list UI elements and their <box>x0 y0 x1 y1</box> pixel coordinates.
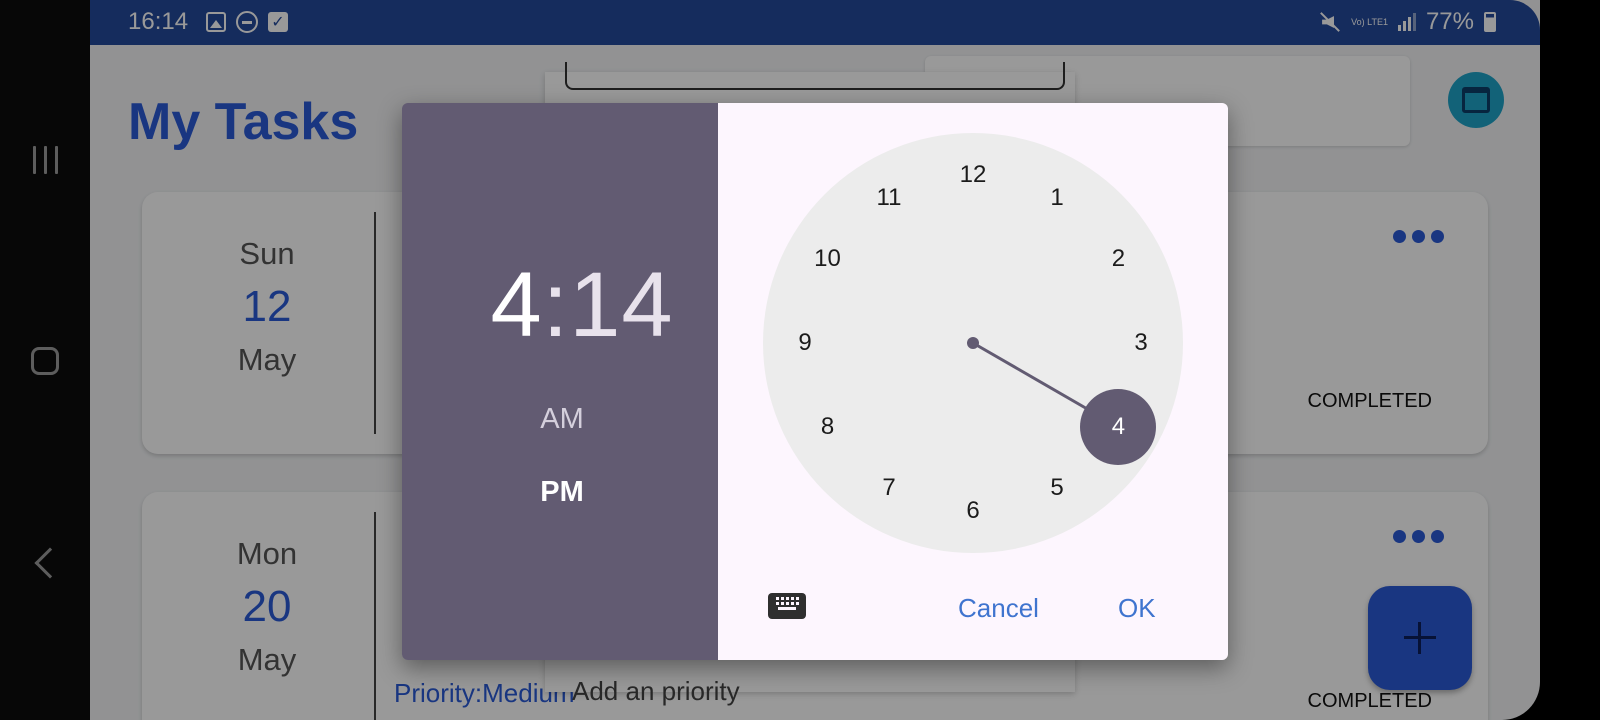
clock-number-3[interactable]: 3 <box>1121 323 1161 363</box>
clock-number-8[interactable]: 8 <box>808 407 848 447</box>
clock-number-11[interactable]: 11 <box>869 178 909 218</box>
clock-face[interactable]: 111098765432112 4 <box>763 133 1183 553</box>
keyboard-icon <box>772 597 802 610</box>
time-readout: 4:14 <box>402 253 762 358</box>
clock-number-7[interactable]: 7 <box>869 468 909 508</box>
time-picker-dialog: 4:14 AM PM 111098765432112 4 Cancel OK <box>402 103 1228 660</box>
clock-number-6[interactable]: 6 <box>953 491 993 531</box>
keyboard-toggle-button[interactable] <box>768 593 806 619</box>
clock-hand <box>972 341 1087 410</box>
clock-number-10[interactable]: 10 <box>808 239 848 279</box>
time-separator: : <box>542 254 570 356</box>
hour-display[interactable]: 4 <box>490 254 542 356</box>
clock-number-9[interactable]: 9 <box>785 323 825 363</box>
time-picker-body: 111098765432112 4 Cancel OK <box>718 103 1228 660</box>
screen: 16:14 ✓ Vo) LTE1 77% My Tasks Sun 12 May <box>0 0 1600 720</box>
clock-number-12[interactable]: 12 <box>953 155 993 195</box>
clock-center <box>967 337 979 349</box>
minute-display[interactable]: 14 <box>569 254 673 356</box>
pm-toggle[interactable]: PM <box>522 476 602 509</box>
selected-hour[interactable]: 4 <box>1080 389 1157 465</box>
clock-number-2[interactable]: 2 <box>1098 239 1138 279</box>
time-picker-header: 4:14 AM PM <box>402 103 718 660</box>
clock-number-1[interactable]: 1 <box>1037 178 1077 218</box>
cancel-button[interactable]: Cancel <box>958 593 1039 624</box>
am-toggle[interactable]: AM <box>522 403 602 436</box>
clock-number-5[interactable]: 5 <box>1037 468 1077 508</box>
ok-button[interactable]: OK <box>1118 593 1156 624</box>
